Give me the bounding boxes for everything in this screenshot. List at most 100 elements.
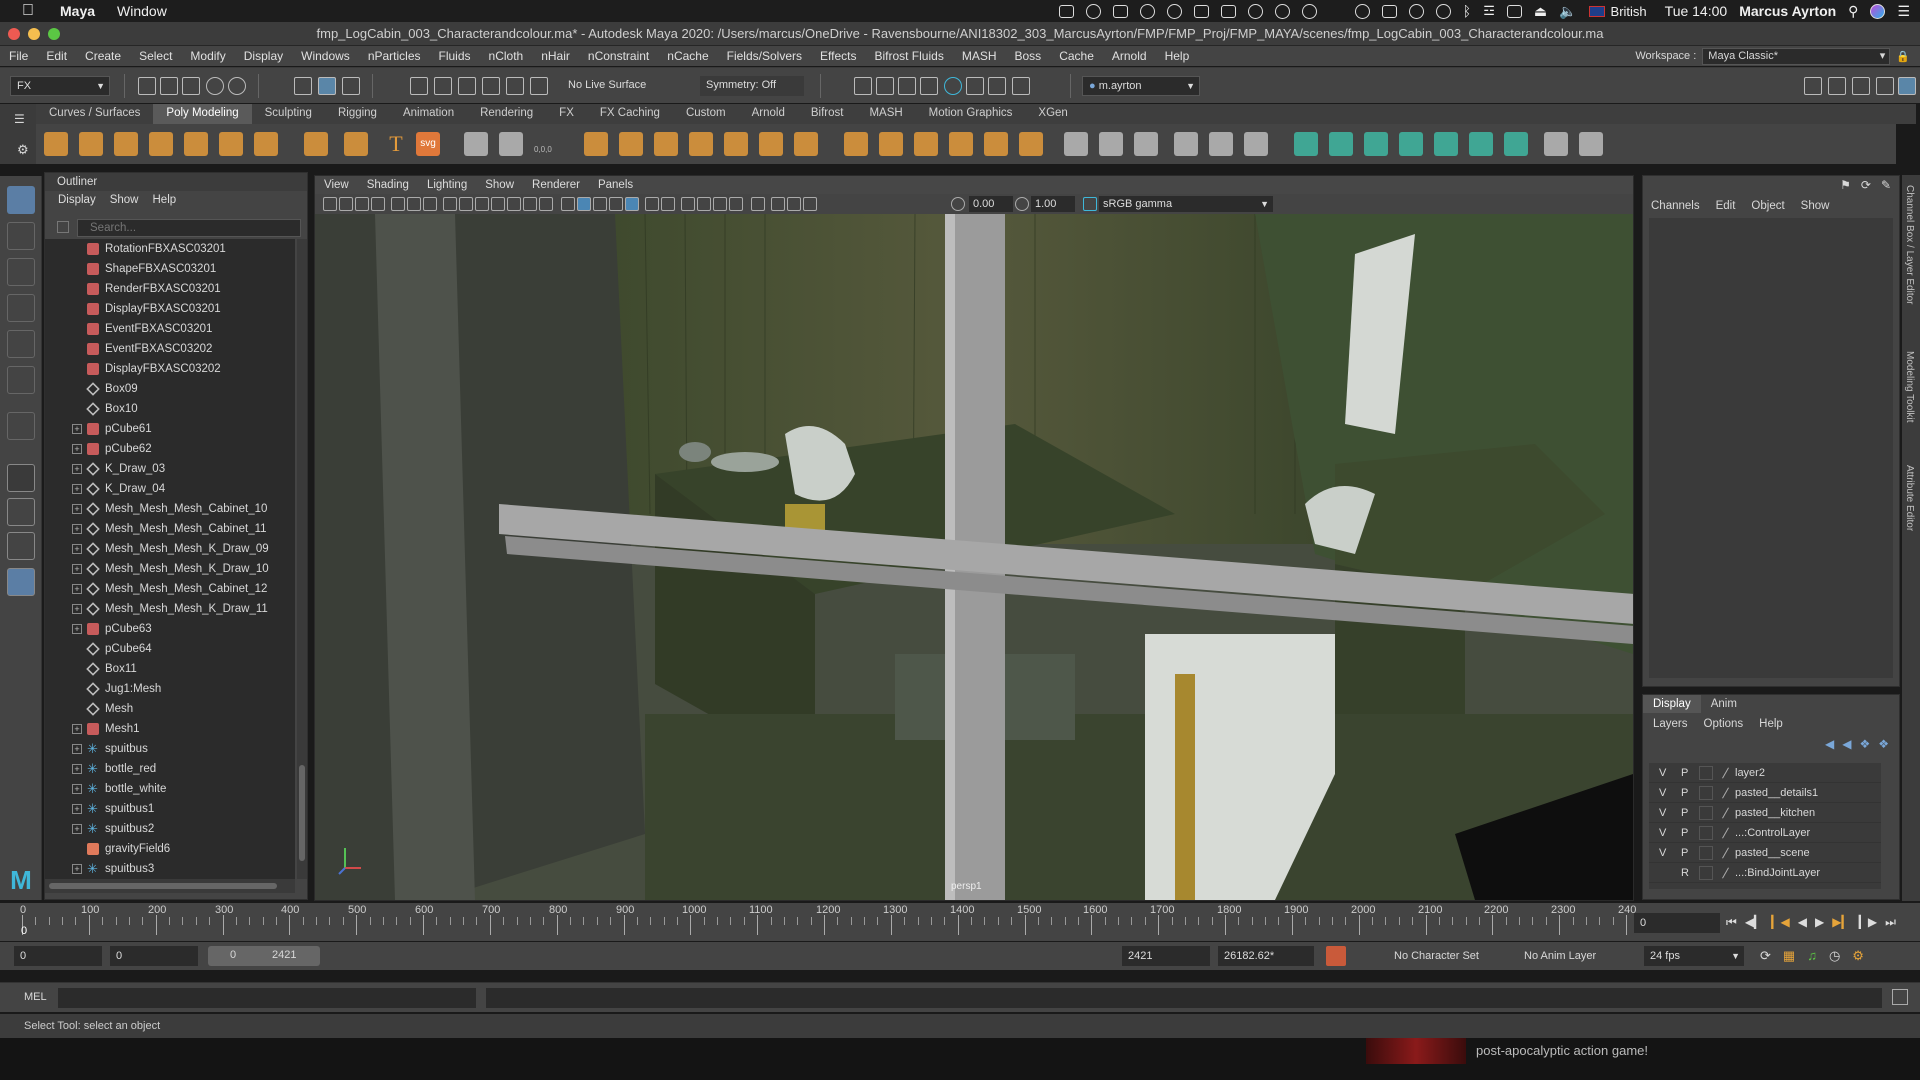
coordinates-icon[interactable]: 0,0,0 [534, 132, 558, 156]
cylindrical-map-icon[interactable] [1364, 132, 1388, 156]
cut-uv-icon[interactable] [1579, 132, 1603, 156]
camera-icon[interactable] [1220, 4, 1236, 18]
symmetry-dropdown[interactable]: Symmetry: Off [700, 76, 804, 96]
layer-row[interactable]: V Ppasted__details1 [1649, 783, 1881, 803]
shelf-tab-mash[interactable]: MASH [856, 104, 915, 124]
safe-title-icon[interactable] [539, 197, 553, 211]
smooth-shade-icon[interactable] [577, 197, 591, 211]
2d-pan-zoom-icon[interactable] [407, 197, 421, 211]
move-layer-up-icon[interactable]: ◀ [1825, 737, 1834, 751]
maya-menu-edit[interactable]: Edit [37, 49, 76, 63]
open-scene-icon[interactable] [160, 77, 178, 95]
target-weld-icon[interactable] [1209, 132, 1233, 156]
default-material-icon[interactable] [593, 197, 607, 211]
pause-ipr-icon[interactable] [1012, 77, 1030, 95]
outliner-item[interactable]: + pCube61 [45, 419, 295, 439]
outliner-item[interactable]: + Mesh_Mesh_Mesh_Cabinet_12 [45, 579, 295, 599]
outliner-item[interactable]: RenderFBXASC03201 [45, 279, 295, 299]
camera-attributes-icon[interactable] [355, 197, 369, 211]
super-shape-icon[interactable] [344, 132, 368, 156]
snap-view-icon[interactable] [482, 77, 500, 95]
snap-curve-icon[interactable] [434, 77, 452, 95]
layout-icon[interactable] [1504, 132, 1528, 156]
viewport-menu-shading[interactable]: Shading [358, 176, 418, 194]
bevel-icon[interactable] [844, 132, 868, 156]
outliner-item[interactable]: + Mesh_Mesh_Mesh_Cabinet_11 [45, 519, 295, 539]
notes-icon[interactable] [1193, 4, 1209, 18]
boolean-icon[interactable] [689, 132, 713, 156]
render-current-frame-icon[interactable] [854, 77, 872, 95]
outliner-item[interactable]: + ✳ spuitbus [45, 739, 295, 759]
human-ik-icon[interactable] [1828, 77, 1846, 95]
layer-color-swatch[interactable] [1699, 806, 1713, 820]
arnold-ipr-icon[interactable] [988, 77, 1006, 95]
outliner-menu-help[interactable]: Help [153, 191, 177, 209]
move-tool-icon[interactable] [7, 294, 35, 322]
use-all-lights-icon[interactable] [645, 197, 659, 211]
layer-visibility-toggle[interactable]: V [1659, 843, 1666, 863]
play-forwards-icon[interactable]: ▶ [1815, 915, 1824, 930]
viewport-menu-show[interactable]: Show [476, 176, 523, 194]
outliner-item[interactable]: pCube64 [45, 639, 295, 659]
siri-icon[interactable] [1870, 3, 1886, 19]
expand-toggle-icon[interactable]: + [72, 764, 82, 774]
render-settings-icon[interactable] [898, 77, 916, 95]
poly-plane-icon[interactable] [219, 132, 243, 156]
maya-menu-arnold[interactable]: Arnold [1103, 49, 1156, 63]
keyboard-layout[interactable]: British [1611, 4, 1647, 19]
creative-cloud-icon[interactable] [1274, 3, 1290, 19]
combine-icon[interactable] [584, 132, 608, 156]
wireframe-on-shaded-icon[interactable] [609, 197, 623, 211]
anti-aliasing-icon[interactable] [713, 197, 727, 211]
object-menu[interactable]: Object [1751, 196, 1784, 216]
user-name[interactable]: Marcus Ayrton [1739, 3, 1836, 19]
select-camera-icon[interactable] [323, 197, 337, 211]
user-login-dropdown[interactable]: ● m.ayrton ▼ [1082, 76, 1200, 96]
planar-map-icon[interactable] [1329, 132, 1353, 156]
outliner-item[interactable]: ShapeFBXASC03201 [45, 259, 295, 279]
go-to-start-icon[interactable]: ⏮ [1726, 915, 1737, 930]
maya-menu-bifrost-fluids[interactable]: Bifrost Fluids [865, 49, 952, 63]
channel-box-sync-icon[interactable]: ⟳ [1861, 178, 1871, 192]
expand-toggle-icon[interactable]: + [72, 744, 82, 754]
outliner-item[interactable]: + pCube62 [45, 439, 295, 459]
color-management-icon[interactable] [1083, 197, 1097, 211]
ipr-render-icon[interactable] [876, 77, 894, 95]
expand-toggle-icon[interactable]: + [72, 824, 82, 834]
timer-icon[interactable] [1247, 3, 1263, 19]
safe-action-icon[interactable] [523, 197, 537, 211]
tool-settings-icon[interactable] [1876, 77, 1894, 95]
gamma-icon[interactable] [1015, 197, 1029, 211]
filter-icon[interactable] [57, 221, 69, 233]
anim-layer-dropdown[interactable]: No Anim Layer [1524, 950, 1596, 962]
isolate-select-icon[interactable] [751, 197, 765, 211]
exposure-icon[interactable] [951, 197, 965, 211]
go-to-end-icon[interactable]: ⏭ [1885, 915, 1896, 930]
expand-toggle-icon[interactable]: + [72, 804, 82, 814]
mirror-icon[interactable] [724, 132, 748, 156]
anim-prefs-icon[interactable]: ⚙ [1852, 948, 1864, 964]
maya-menu-modify[interactable]: Modify [181, 49, 234, 63]
range-slider-bar[interactable]: 0 2421 [208, 946, 320, 966]
single-view-icon[interactable] [7, 464, 35, 492]
four-view-icon[interactable] [7, 498, 35, 526]
outliner-horizontal-scrollbar[interactable] [45, 879, 295, 893]
auto-key-icon[interactable] [1326, 946, 1346, 966]
channels-menu[interactable]: Channels [1651, 196, 1700, 216]
outliner-item[interactable]: + K_Draw_03 [45, 459, 295, 479]
alien-icon[interactable] [1354, 3, 1370, 19]
command-input[interactable] [58, 988, 476, 1008]
new-layer-icon[interactable]: ❖ [1859, 737, 1870, 751]
outliner-item[interactable]: + pCube63 [45, 619, 295, 639]
tab-attribute-editor[interactable]: Attribute Editor [1904, 465, 1915, 531]
dropbox-icon[interactable] [1058, 4, 1074, 18]
live-surface-field[interactable]: No Live Surface [562, 76, 674, 96]
options-menu[interactable]: Options [1704, 715, 1744, 733]
notification-center-icon[interactable]: ☰ [1897, 3, 1910, 20]
maya-menu-fields-solvers[interactable]: Fields/Solvers [718, 49, 811, 63]
maya-menu-fluids[interactable]: Fluids [430, 49, 480, 63]
step-back-frame-icon[interactable]: ▎◀ [1771, 915, 1789, 930]
maya-menu-select[interactable]: Select [130, 49, 181, 63]
shelf-tab-sculpting[interactable]: Sculpting [252, 104, 325, 124]
maya-menu-display[interactable]: Display [235, 49, 292, 63]
